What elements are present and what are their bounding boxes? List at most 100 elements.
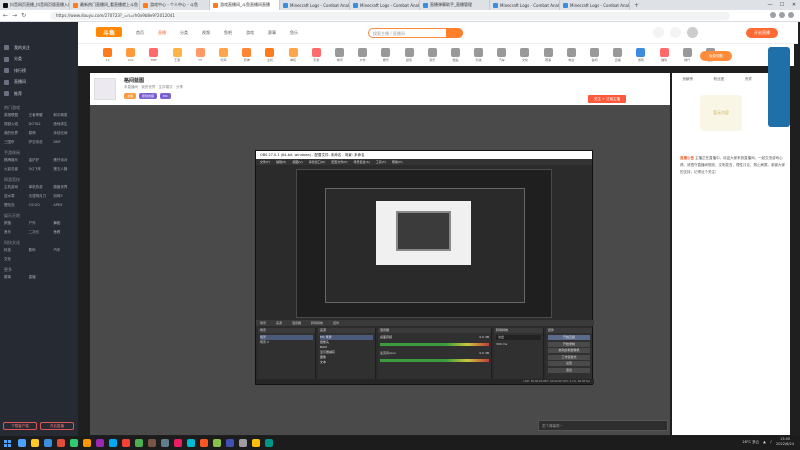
right-panel-tab[interactable]: 粉丝团: [714, 77, 725, 82]
taskbar-app-icon[interactable]: [265, 439, 273, 447]
forward-icon[interactable]: →: [12, 12, 17, 19]
obs-control-button[interactable]: 开始直播: [548, 335, 590, 340]
obs-menu-item[interactable]: 帮助(H): [392, 160, 403, 164]
obs-menu-item[interactable]: 停靠窗口(D): [309, 160, 326, 164]
category-item[interactable]: 单机: [282, 44, 305, 66]
download-client-button[interactable]: 下载客户端: [3, 422, 37, 430]
ad-claim-button[interactable]: 免费领取: [700, 51, 732, 61]
taskbar-app-icon[interactable]: [70, 439, 78, 447]
sidebar-category-link[interactable]: APEX: [53, 203, 78, 208]
taskbar-app-icon[interactable]: [148, 439, 156, 447]
avatar[interactable]: [687, 27, 698, 38]
open-live-button[interactable]: 开启直播: [746, 28, 778, 38]
category-item[interactable]: 休闲: [328, 44, 351, 66]
scene-item[interactable]: 场景 2: [260, 340, 313, 345]
category-item[interactable]: CF: [189, 44, 212, 66]
taskbar-app-icon[interactable]: [174, 439, 182, 447]
taskbar-app-icon[interactable]: [83, 439, 91, 447]
taskbar-app-icon[interactable]: [18, 439, 26, 447]
volume-meter[interactable]: [380, 359, 489, 362]
sidebar-category-link[interactable]: 火影忍者: [4, 167, 29, 172]
maximize-button[interactable]: ☐: [776, 0, 788, 10]
profile-icon[interactable]: [788, 12, 794, 18]
taskbar-app-icon[interactable]: [161, 439, 169, 447]
taskbar-app-icon[interactable]: [187, 439, 195, 447]
taskbar-app-icon[interactable]: [135, 439, 143, 447]
category-item[interactable]: 主机: [258, 44, 281, 66]
transition-duration[interactable]: 300 ms: [496, 342, 541, 347]
sidebar-category-link[interactable]: 剑网3: [53, 194, 78, 199]
side-ad-banner[interactable]: [768, 47, 790, 127]
room-tag[interactable]: 原创内容: [139, 93, 158, 99]
sidebar-category-link[interactable]: 科技: [4, 248, 29, 253]
search-button[interactable]: [446, 28, 463, 38]
sidebar-category-link[interactable]: 数码: [29, 248, 54, 253]
top-nav-link[interactable]: 鱼乐: [290, 30, 298, 36]
extension-icon[interactable]: [770, 12, 776, 18]
taskbar-app-icon[interactable]: [96, 439, 104, 447]
right-panel-tab[interactable]: 贵宾: [745, 77, 752, 82]
sidebar-category-link[interactable]: 户外: [29, 221, 54, 226]
category-item[interactable]: 舞蹈: [444, 44, 467, 66]
sidebar-category-link[interactable]: 颜值: [4, 221, 29, 226]
sidebar-category-link[interactable]: 绝地求生: [53, 122, 78, 127]
sidebar-category-link[interactable]: 三国杀: [4, 140, 29, 145]
sidebar-item[interactable]: 直播间: [0, 77, 78, 89]
sidebar-category-link[interactable]: 第五人格: [53, 167, 78, 172]
new-tab-button[interactable]: +: [634, 2, 639, 9]
room-tag[interactable]: MC: [160, 93, 171, 99]
browser-tab[interactable]: 游戏中心 - 个人中心 - 斗鱼: [140, 0, 210, 10]
top-nav-link[interactable]: 分类: [180, 30, 188, 36]
top-nav-link[interactable]: 首页: [136, 30, 144, 36]
obs-menu-item[interactable]: 配置文件(P): [331, 160, 347, 164]
sidebar-category-link[interactable]: 赛事: [4, 275, 29, 280]
sidebar-category-link[interactable]: 蛋仔派对: [53, 158, 78, 163]
taskbar-app-icon[interactable]: [200, 439, 208, 447]
browser-tab[interactable]: 直播弹幕助手_直播管理: [420, 0, 490, 10]
sidebar-item[interactable]: 排行榜: [0, 65, 78, 77]
obs-control-button[interactable]: 设置: [548, 361, 590, 366]
sidebar-category-link[interactable]: DNF: [53, 140, 78, 145]
sidebar-category-link[interactable]: 音乐: [4, 230, 29, 235]
sidebar-item[interactable]: 我的关注: [0, 42, 78, 54]
sidebar-category-link[interactable]: 金铲铲: [29, 158, 54, 163]
taskbar-app-icon[interactable]: [109, 439, 117, 447]
category-item[interactable]: 原神: [235, 44, 258, 66]
browser-tab[interactable]: 最新热门直播间_看直播就上斗鱼: [70, 0, 140, 10]
subscribe-button[interactable]: 关注 + 订阅主播: [588, 95, 626, 103]
browser-tab[interactable]: Minecraft Logs - Combat Analysis: [490, 0, 560, 10]
category-item[interactable]: LOL: [119, 44, 142, 66]
streamer-avatar[interactable]: [94, 78, 116, 100]
obs-menu-item[interactable]: 编辑(E): [276, 160, 286, 164]
browser-tab[interactable]: 抖音网页直播_抖音网页版直播入口: [0, 0, 70, 10]
category-item[interactable]: 吃鸡: [212, 44, 235, 66]
sidebar-category-link[interactable]: 天涯明月刀: [29, 194, 54, 199]
sidebar-category-link[interactable]: 逆水寒: [4, 194, 29, 199]
sidebar-category-link[interactable]: 冒险岛: [4, 203, 29, 208]
sidebar-category-link[interactable]: 直播: [29, 275, 54, 280]
taskbar-app-icon[interactable]: [44, 439, 52, 447]
start-icon[interactable]: [0, 439, 14, 447]
sidebar-category-link[interactable]: 穿越火线: [4, 122, 29, 127]
obs-menu-item[interactable]: 工具(T): [376, 160, 386, 164]
top-nav-link[interactable]: 赛事: [268, 30, 276, 36]
transition-select[interactable]: 淡出: [496, 335, 541, 340]
obs-control-button[interactable]: 启动虚拟摄像机: [548, 348, 590, 353]
taskbar-app-icon[interactable]: [31, 439, 39, 447]
message-icon[interactable]: [670, 27, 681, 38]
sidebar-category-link[interactable]: 单机热游: [29, 185, 54, 190]
category-item[interactable]: 娱乐: [374, 44, 397, 66]
start-live-button[interactable]: 开启直播: [40, 422, 74, 430]
reload-icon[interactable]: ↻: [21, 12, 26, 19]
category-item[interactable]: 科技: [467, 44, 490, 66]
taskbar-app-icon[interactable]: [213, 439, 221, 447]
sidebar-category-link[interactable]: 原神: [29, 131, 54, 136]
category-item[interactable]: 电台: [560, 44, 583, 66]
sidebar-item[interactable]: 推荐: [0, 88, 78, 100]
sidebar-category-link[interactable]: 魔兽世界: [53, 185, 78, 190]
category-item[interactable]: 王者: [166, 44, 189, 66]
top-nav-link[interactable]: 游戏: [246, 30, 254, 36]
danmaku-input[interactable]: 发个弹幕呗~: [538, 420, 668, 431]
sidebar-category-link[interactable]: CS:GO: [29, 203, 54, 208]
category-item[interactable]: 12: [96, 44, 119, 66]
